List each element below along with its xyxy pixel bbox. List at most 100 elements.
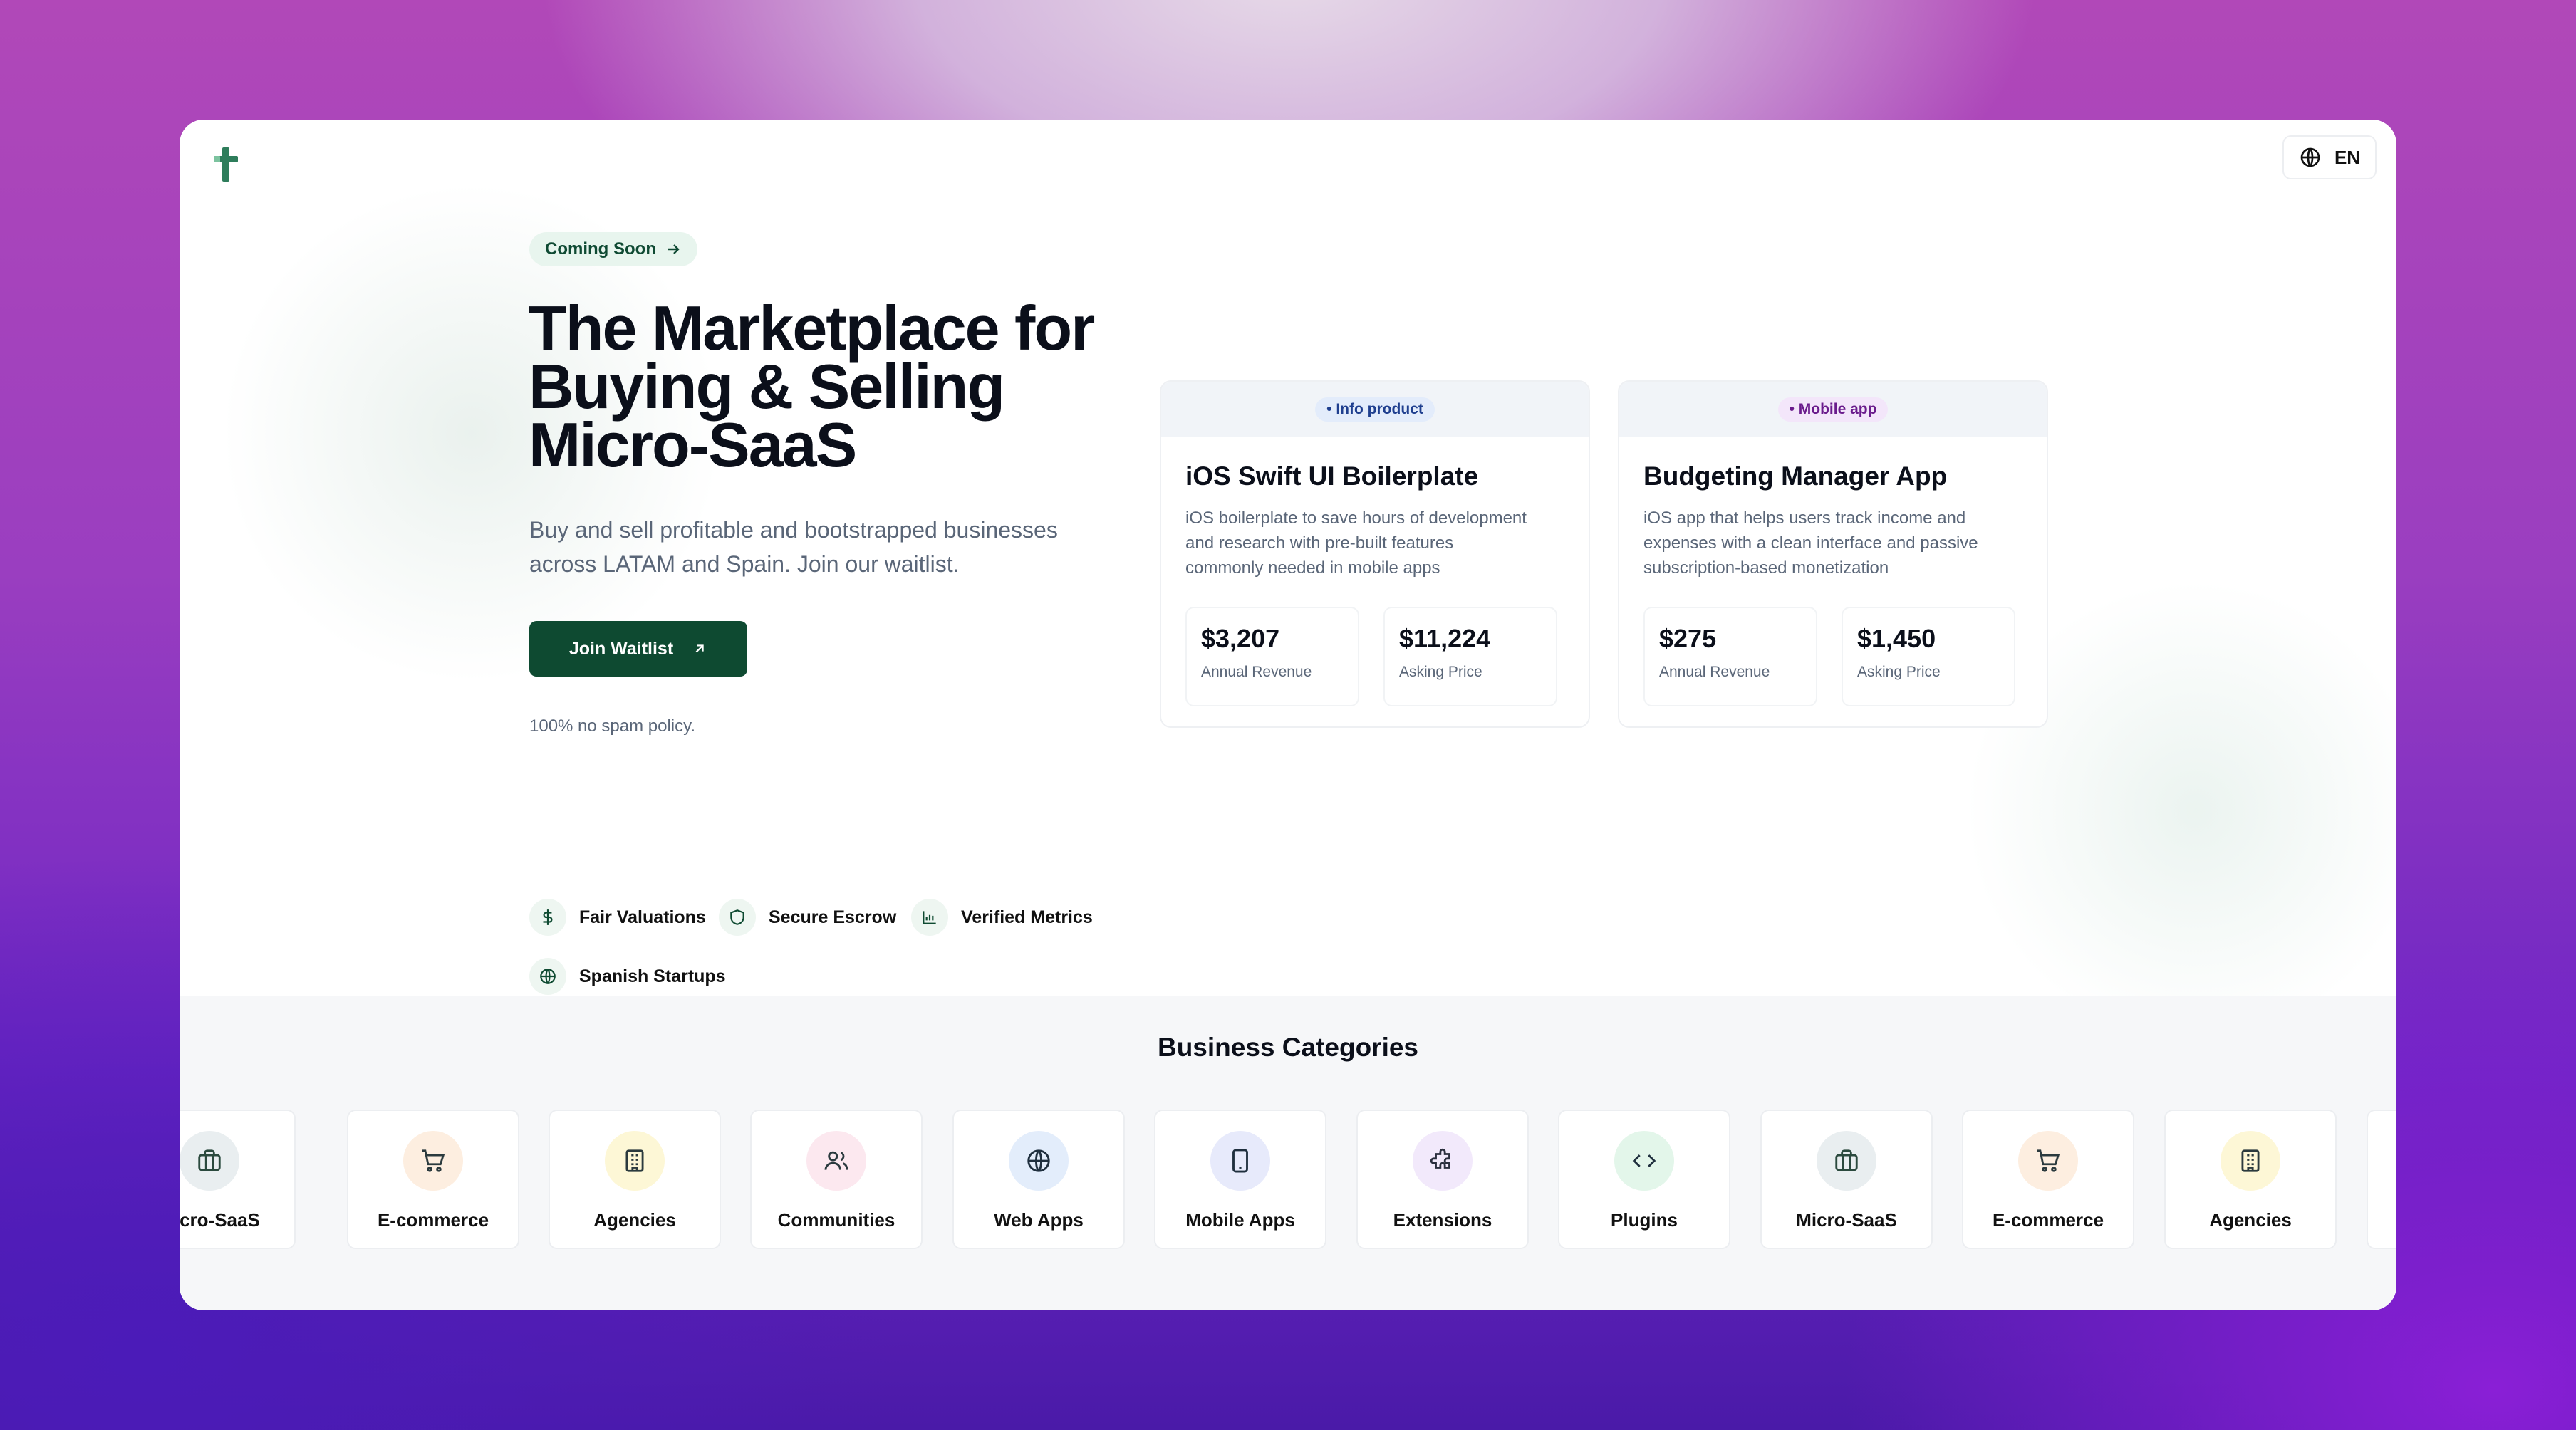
no-spam-note: 100% no spam policy. [529, 716, 696, 736]
category-tile-plugins[interactable]: Plugins [1558, 1110, 1730, 1249]
category-tile-agencies[interactable]: Agencies [2164, 1110, 2337, 1249]
join-waitlist-label: Join Waitlist [568, 638, 674, 659]
cart-icon [2037, 1149, 2060, 1172]
feature-label: Spanish Startups [579, 966, 726, 986]
card-header: • Info product [1161, 382, 1589, 437]
category-label: Micro-SaaS [1796, 1209, 1897, 1231]
arrow-up-right-icon [695, 644, 704, 653]
category-tile-mobile-apps[interactable]: Mobile Apps [1154, 1110, 1326, 1249]
feature-spanish-startups: Spanish Startups [529, 958, 726, 995]
category-label: Plugins [1611, 1209, 1678, 1231]
feature-icon-wrap [911, 899, 948, 936]
category-label: Extensions [1393, 1209, 1492, 1231]
category-tile-web-apps[interactable]: Web Apps [952, 1110, 1125, 1249]
language-label: EN [2334, 146, 2361, 168]
hero-title-line: The Marketplace for [529, 293, 1095, 363]
stat-label: Annual Revenue [1659, 664, 1770, 680]
listing-title: iOS Swift UI Boilerplate [1185, 461, 1479, 491]
listing-card[interactable]: • Info product iOS Swift UI Boilerplate … [1160, 380, 1590, 728]
annual-revenue-stat: $275 Annual Revenue [1643, 607, 1817, 706]
categories-title: Business Categories [1157, 1033, 1419, 1062]
dollar-icon [543, 909, 553, 925]
cart-icon [422, 1149, 445, 1172]
category-label: Web Apps [994, 1209, 1084, 1231]
category-tile-agencies[interactable]: Agencies [549, 1110, 721, 1249]
globe-icon [540, 969, 556, 984]
globe-icon [2300, 147, 2320, 167]
building-icon [625, 1149, 644, 1172]
stat-value: $275 [1659, 624, 1717, 653]
category-tile-partial[interactable] [2367, 1110, 2396, 1249]
arrow-right-icon [667, 244, 680, 254]
category-icon-wrap [1413, 1131, 1473, 1191]
category-tile-micro-saas[interactable]: Micro-SaaS [1760, 1110, 1933, 1249]
hero-subtitle: Buy and sell profitable and bootstrapped… [529, 513, 1128, 581]
category-tile-micro-saas[interactable]: Micro-SaaS [180, 1110, 296, 1249]
category-label: Micro-SaaS [180, 1209, 260, 1231]
category-icon-wrap [1817, 1131, 1876, 1191]
feature-label: Verified Metrics [961, 907, 1093, 927]
phone-icon [1232, 1149, 1248, 1173]
hero-title: The Marketplace for Buying & Selling Mic… [529, 293, 1127, 480]
category-icon-wrap [1009, 1131, 1069, 1191]
briefcase-icon [1835, 1149, 1858, 1171]
feature-icon-wrap [529, 958, 566, 995]
stat-label: Asking Price [1857, 664, 1941, 680]
stat-label: Asking Price [1399, 664, 1482, 680]
coming-soon-badge[interactable]: Coming Soon [529, 232, 697, 266]
category-tile-extensions[interactable]: Extensions [1356, 1110, 1529, 1249]
stat-value: $1,450 [1857, 624, 1936, 653]
category-icon-wrap [2221, 1131, 2280, 1191]
feature-fair-valuations: Fair Valuations [529, 899, 706, 936]
category-tile-e-commerce[interactable]: E-commerce [1962, 1110, 2134, 1249]
category-tile-e-commerce[interactable]: E-commerce [347, 1110, 519, 1249]
description-line: expenses with a clean interface and pass… [1643, 533, 1978, 553]
hero-title-line: Micro-SaaS [529, 409, 857, 480]
feature-icon-wrap [529, 899, 566, 936]
category-label: Agencies [593, 1209, 676, 1231]
category-icon-wrap [180, 1131, 239, 1191]
category-label: E-commerce [377, 1209, 489, 1231]
hero-subtitle-line: across LATAM and Spain. Join our waitlis… [529, 551, 960, 577]
logo-icon[interactable] [212, 145, 240, 184]
category-label: Agencies [2209, 1209, 2292, 1231]
annual-revenue-stat: $3,207 Annual Revenue [1185, 607, 1359, 706]
hero-title-line: Buying & Selling [529, 351, 1005, 422]
listing-description: iOS app that helps users track income an… [1643, 506, 2028, 580]
code-icon [1632, 1154, 1656, 1167]
description-line: subscription-based monetization [1643, 558, 1889, 578]
category-tag: • Mobile app [1777, 397, 1889, 422]
language-switcher[interactable]: EN [2282, 135, 2377, 179]
listing-title: Budgeting Manager App [1643, 461, 1948, 491]
asking-price-stat: $11,224 Asking Price [1383, 607, 1557, 706]
stat-label: Annual Revenue [1201, 664, 1312, 680]
category-label: Mobile Apps [1185, 1209, 1295, 1231]
category-icon-wrap [806, 1131, 866, 1191]
feature-icon-wrap [719, 899, 756, 936]
shield-icon [730, 909, 744, 925]
hero-subtitle-line: Buy and sell profitable and bootstrapped… [529, 517, 1058, 543]
category-icon-wrap [2018, 1131, 2078, 1191]
category-tag: • Info product [1315, 397, 1435, 422]
card-header: • Mobile app [1619, 382, 2047, 437]
bar-chart-icon [923, 911, 936, 924]
globe-icon [1027, 1149, 1050, 1172]
description-line: and research with pre-built features [1185, 533, 1454, 553]
coming-soon-label: Coming Soon [545, 239, 656, 259]
feature-secure-escrow: Secure Escrow [719, 899, 896, 936]
stat-value: $11,224 [1399, 624, 1491, 653]
puzzle-icon [1430, 1148, 1450, 1169]
feature-label: Fair Valuations [579, 907, 706, 927]
category-icon-wrap [1614, 1131, 1674, 1191]
asking-price-stat: $1,450 Asking Price [1842, 607, 2015, 706]
category-label: E-commerce [1992, 1209, 2104, 1231]
join-waitlist-button[interactable]: Join Waitlist [529, 621, 747, 677]
category-tile-communities[interactable]: Communities [750, 1110, 923, 1249]
listing-description: iOS boilerplate to save hours of develop… [1185, 506, 1570, 580]
listing-card[interactable]: • Mobile app Budgeting Manager App iOS a… [1618, 380, 2048, 728]
app-window: EN Coming Soon The Marketplace for Buyin… [180, 120, 2396, 1310]
users-icon [824, 1151, 848, 1170]
category-icon-wrap [403, 1131, 463, 1191]
building-icon [2241, 1149, 2260, 1172]
category-icon-wrap [605, 1131, 665, 1191]
